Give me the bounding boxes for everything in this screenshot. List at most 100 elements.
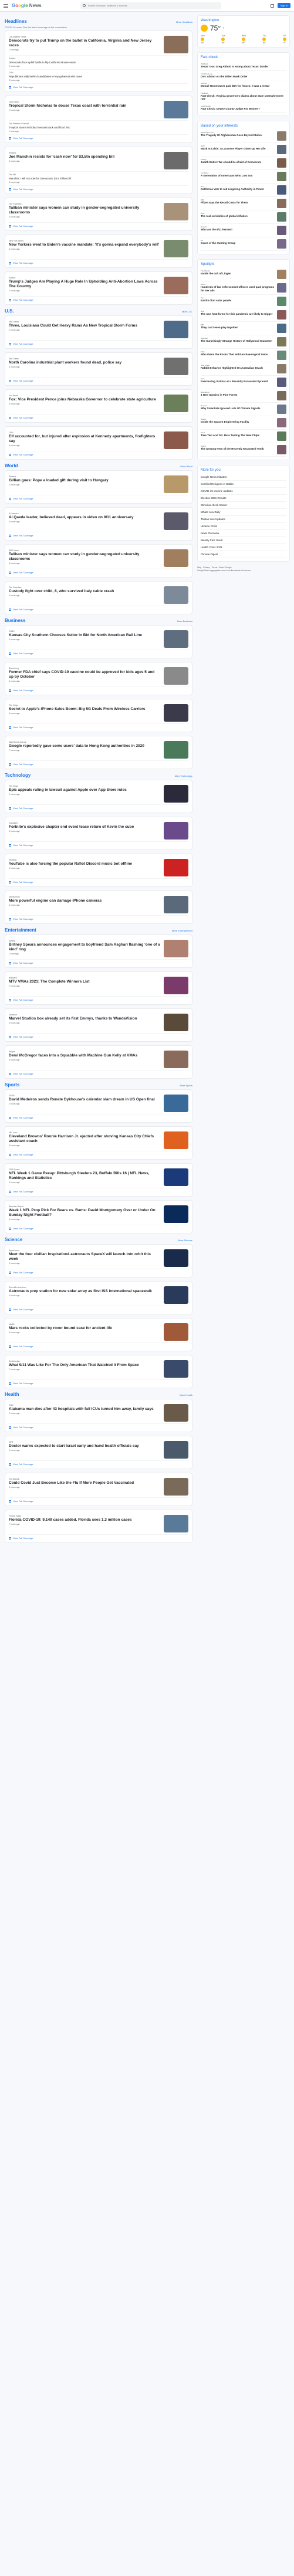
story-headline[interactable]: YouTube is also forcing the popular Rafi… bbox=[9, 862, 160, 866]
story-thumbnail[interactable] bbox=[164, 977, 188, 994]
topic-link[interactable]: Weekly Fact check bbox=[201, 537, 286, 544]
story-item[interactable]: NFL.com Cleveland Browns' Ronnie Harrison… bbox=[9, 1130, 188, 1151]
story-headline[interactable]: Marvel Studios box already set its first… bbox=[9, 1017, 160, 1021]
story-thumbnail[interactable] bbox=[164, 512, 188, 530]
side-headline[interactable]: Inside the cult of Lingen bbox=[201, 272, 275, 276]
full-coverage-link[interactable]: View Full Coverage bbox=[9, 1227, 188, 1230]
story-thumbnail[interactable] bbox=[164, 475, 188, 493]
full-coverage-link[interactable]: View Full Coverage bbox=[9, 497, 188, 500]
section-title[interactable]: Technology bbox=[5, 773, 31, 778]
story-headline[interactable]: Custody fight over child, 6, who survive… bbox=[9, 589, 160, 594]
related-headline[interactable]: Democrats face uphill battle to flip Cal… bbox=[9, 61, 188, 64]
side-headline[interactable]: The Unsung Hero of the Recently Excavate… bbox=[201, 447, 275, 451]
story-thumbnail[interactable] bbox=[164, 1168, 188, 1186]
story-headline[interactable]: More powerful engine can damage iPhone c… bbox=[9, 899, 160, 903]
side-headline[interactable]: McCall Homeowner paid $6K for fences; it… bbox=[201, 84, 286, 88]
story-item[interactable]: Politico Trump's Judges Are Playing A Hug… bbox=[9, 275, 188, 297]
story-item[interactable]: Los Angeles Times Democrats try to put Tr… bbox=[9, 34, 188, 56]
side-headline[interactable]: 4 New Species in Pine Forest bbox=[201, 393, 275, 397]
side-thumbnail[interactable] bbox=[277, 199, 286, 208]
local-item[interactable]: NYT California Vote to Aid Lingering Auth… bbox=[201, 183, 286, 197]
story-thumbnail[interactable] bbox=[164, 1014, 188, 1031]
google-news-logo[interactable]: Google News bbox=[12, 3, 42, 8]
side-thumbnail[interactable] bbox=[277, 226, 286, 235]
section-title[interactable]: Entertainment bbox=[5, 927, 36, 933]
spotlight-item[interactable]: Nature Inside the SpaceX Engineering Faci… bbox=[201, 416, 286, 430]
spotlight-item[interactable]: BBC They can't even play together bbox=[201, 322, 286, 335]
story-thumbnail[interactable] bbox=[164, 1323, 188, 1341]
side-thumbnail[interactable] bbox=[277, 324, 286, 333]
topic-link[interactable]: Health Crisis 2021 bbox=[201, 544, 286, 551]
full-coverage-link[interactable]: View Full Coverage bbox=[9, 1072, 188, 1075]
story-thumbnail[interactable] bbox=[164, 321, 188, 338]
story-item[interactable]: New York Times New Yorkers went to Biden'… bbox=[9, 238, 188, 260]
story-thumbnail[interactable] bbox=[164, 1249, 188, 1267]
full-coverage-link[interactable]: View Full Coverage bbox=[9, 1190, 188, 1193]
side-thumbnail[interactable] bbox=[277, 239, 286, 249]
story-thumbnail[interactable] bbox=[164, 704, 188, 722]
topic-link[interactable]: Google News Initiative bbox=[201, 474, 286, 481]
section-title[interactable]: World bbox=[5, 463, 18, 468]
story-item[interactable]: The Verge Epic appeals ruling in lawsuit … bbox=[9, 783, 188, 805]
side-headline[interactable]: Fact Check: Dewey County Judge For Women… bbox=[201, 107, 286, 111]
story-item[interactable]: Fox News Fox: Vice President Pence joins … bbox=[9, 393, 188, 414]
apps-icon[interactable] bbox=[270, 4, 274, 8]
story-item[interactable]: NBC News Three, Louisiana Could Get Heavy… bbox=[9, 319, 188, 341]
side-headline[interactable]: Earth's first solar panels bbox=[201, 299, 275, 303]
story-headline[interactable]: Taliban minister says women can study in… bbox=[9, 552, 160, 562]
story-item[interactable]: BBC News Taliban minister says women can … bbox=[9, 548, 188, 569]
story-headline[interactable]: What 9/11 Was Like For The Only American… bbox=[9, 1363, 160, 1368]
side-headline[interactable]: Pfizer says the Recall Costs for Them bbox=[201, 201, 275, 205]
full-coverage-link[interactable]: View Full Coverage bbox=[9, 342, 188, 345]
fact_check-title[interactable]: Fact check bbox=[201, 56, 286, 59]
side-thumbnail[interactable] bbox=[277, 283, 286, 293]
side-headline[interactable]: Take Two And Go: Beta Testing The New Ch… bbox=[201, 434, 275, 437]
side-thumbnail[interactable] bbox=[277, 185, 286, 195]
side-headline[interactable]: Gov. Abbott on the Biden Mask Order bbox=[201, 75, 286, 79]
story-item[interactable]: The Verge Secret to Apple's iPhone Sales … bbox=[9, 702, 188, 724]
side-thumbnail[interactable] bbox=[277, 445, 286, 454]
story-headline[interactable]: Alabama man dies after 43 hospitals with… bbox=[9, 1407, 160, 1412]
fact_check-item[interactable]: PolitiFact Texas' Gov. Greg Abbott is wro… bbox=[201, 61, 286, 71]
story-thumbnail[interactable] bbox=[164, 667, 188, 685]
side-headline[interactable]: Rabbit Behavior Highlighted On Australia… bbox=[201, 366, 275, 370]
story-thumbnail[interactable] bbox=[164, 1286, 188, 1304]
story-headline[interactable]: Al Qaeda leader, believed dead, appears … bbox=[9, 515, 160, 520]
story-item[interactable]: CNN Elf accounted for, but injured after … bbox=[9, 430, 188, 451]
story-item[interactable]: Florida Today Florida COVID-19: 9,149 cas… bbox=[9, 1513, 188, 1535]
story-headline[interactable]: MTV VMAs 2021: The Complete Winners List bbox=[9, 980, 160, 984]
story-thumbnail[interactable] bbox=[164, 785, 188, 803]
story-thumbnail[interactable] bbox=[164, 152, 188, 169]
story-item[interactable]: Wall Street Journal Google reportedly gav… bbox=[9, 739, 188, 761]
fact_check-item[interactable]: FactCheck.org Gov. Abbott on the Biden Ma… bbox=[201, 71, 286, 80]
side-thumbnail[interactable] bbox=[277, 405, 286, 414]
full-coverage-link[interactable]: View Full Coverage bbox=[9, 1308, 188, 1311]
story-item[interactable]: CNN Alabama man dies after 43 hospitals w… bbox=[9, 1402, 188, 1424]
full-coverage-link[interactable]: View Full Coverage bbox=[9, 1345, 188, 1348]
section-more-link[interactable]: More World bbox=[180, 465, 192, 468]
side-headline[interactable]: The Tragedy Of Afghanistan Goes Beyond B… bbox=[201, 134, 275, 137]
full-coverage-link[interactable]: View Full Coverage bbox=[9, 807, 188, 810]
local-item[interactable]: Politico Judith Butler: We should be afra… bbox=[201, 157, 286, 170]
side-thumbnail[interactable] bbox=[277, 378, 286, 387]
story-item[interactable]: Deadline Marvel Studios box already set i… bbox=[9, 1012, 188, 1034]
story-item[interactable]: Reuters Gillian goes: Pope a loaded gift … bbox=[9, 474, 188, 495]
spotlight-item[interactable]: Wired Hundreds of law enforcement officer… bbox=[201, 281, 286, 295]
story-headline[interactable]: Gillian goes: Pope a loaded gift during … bbox=[9, 478, 160, 483]
full-coverage-link[interactable]: View Full Coverage bbox=[9, 571, 188, 574]
story-item[interactable]: Billboard MTV VMAs 2021: The Complete Win… bbox=[9, 975, 188, 997]
story-thumbnail[interactable] bbox=[164, 1131, 188, 1149]
story-item[interactable]: Variety Britney Spears announces engageme… bbox=[9, 938, 188, 960]
story-item[interactable]: ESPN David Medeiros sends Renate Dykhouse… bbox=[9, 1093, 188, 1114]
topic-link[interactable]: Stimulus check tracker bbox=[201, 502, 286, 509]
story-headline[interactable]: Three, Louisiana Could Get Heavy Rains A… bbox=[9, 324, 160, 328]
story-headline[interactable]: New Yorkers went to Biden's vaccine mand… bbox=[9, 243, 160, 247]
full-coverage-link[interactable]: View Full Coverage bbox=[9, 1271, 188, 1274]
story-item[interactable]: CNN Republicans rally behind candidates i… bbox=[9, 70, 188, 84]
story-headline[interactable]: Former FDA chief says COVID-19 vaccine c… bbox=[9, 670, 160, 679]
story-item[interactable]: Smithsonian What 9/11 Was Like For The On… bbox=[9, 1358, 188, 1380]
section-more-link[interactable]: More Headlines bbox=[176, 21, 192, 23]
side-thumbnail[interactable] bbox=[277, 351, 286, 360]
side-thumbnail[interactable] bbox=[277, 364, 286, 373]
spotlight-item[interactable]: Time Fascinating Visitors at a Recently E… bbox=[201, 376, 286, 389]
